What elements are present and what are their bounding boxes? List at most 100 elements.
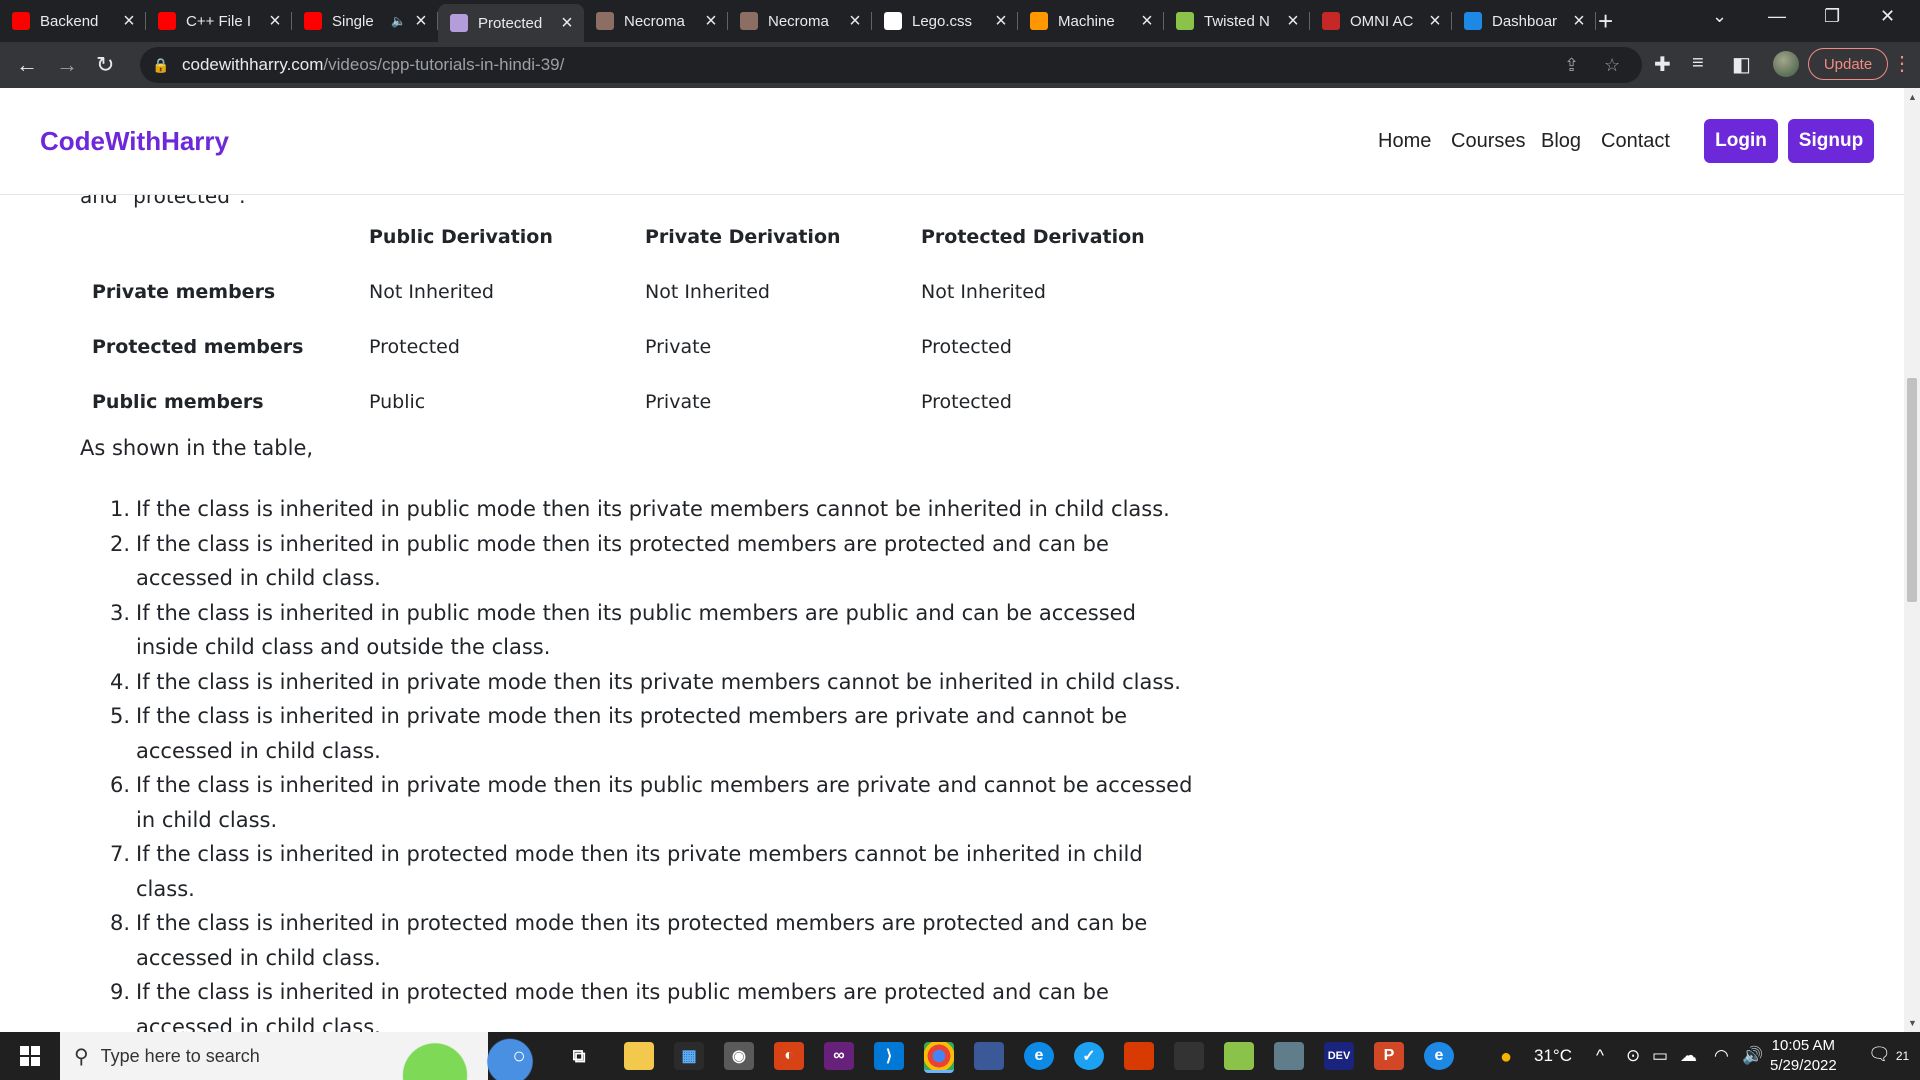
list-item: 2. If the class is inherited in public mo… [106, 527, 1196, 596]
tab-title: Backend [40, 12, 99, 30]
volume-icon[interactable]: 🔊 [1742, 1046, 1763, 1066]
close-tab-icon[interactable]: × [1282, 10, 1304, 33]
bird-app-icon[interactable]: ✓ [1074, 1042, 1104, 1070]
edge-icon[interactable]: e [1024, 1042, 1054, 1070]
forward-button[interactable]: → [56, 52, 78, 78]
browser-tab[interactable]: Twisted N × [1164, 4, 1310, 38]
clock-date: 5/29/2022 [1770, 1057, 1837, 1074]
new-tab-button[interactable]: + [1598, 6, 1613, 37]
login-button[interactable]: Login [1704, 119, 1778, 163]
app-red-icon[interactable]: ◐ [774, 1042, 804, 1070]
maximize-button[interactable]: ❐ [1824, 6, 1840, 27]
paint-app-icon[interactable] [1224, 1042, 1254, 1070]
system-clock[interactable]: 10:05 AM 5/29/2022 [1770, 1036, 1837, 1076]
list-item: 7. If the class is inherited in protected… [106, 837, 1196, 906]
chrome-icon[interactable] [924, 1042, 954, 1073]
scrollbar-thumb[interactable] [1907, 378, 1917, 602]
close-tab-icon[interactable]: × [410, 10, 432, 33]
article-content: and "protected". Public Derivation Privat… [0, 88, 1904, 1032]
necromancer-book-icon [596, 12, 614, 30]
back-button[interactable]: ← [16, 52, 38, 78]
scroll-down-arrow[interactable]: ▼ [1908, 1018, 1917, 1028]
minimize-button[interactable]: — [1768, 6, 1786, 27]
tray-overflow-icon[interactable]: ^ [1596, 1046, 1604, 1066]
list-item-number: 5. [109, 704, 130, 728]
internet-explorer-icon[interactable]: e [1424, 1042, 1454, 1070]
lock-icon[interactable]: 🔒 [152, 57, 172, 74]
tab-title: Single [332, 12, 374, 30]
taskbar-search-box[interactable]: ⚲ Type here to search [60, 1032, 540, 1080]
camera-icon[interactable]: ◉ [724, 1042, 754, 1070]
windows-start-icon[interactable] [20, 1046, 40, 1066]
tab-search-icon[interactable]: ⌄ [1712, 6, 1727, 27]
scroll-up-arrow[interactable]: ▲ [1908, 92, 1917, 102]
table-cell: Public [369, 391, 426, 413]
close-tab-icon[interactable]: × [990, 10, 1012, 33]
close-window-button[interactable]: ✕ [1880, 6, 1895, 27]
site-logo[interactable]: CodeWithHarry [40, 126, 229, 157]
browser-tab[interactable]: Backend × [0, 4, 146, 38]
close-tab-icon[interactable]: × [118, 10, 140, 33]
address-bar[interactable]: 🔒 codewithharry.com/videos/cpp-tutorials… [140, 47, 1642, 83]
onedrive-icon[interactable]: ☁ [1680, 1046, 1697, 1066]
bookmark-star-icon[interactable]: ☆ [1604, 55, 1620, 76]
vscode-icon[interactable]: ⟩ [874, 1042, 904, 1070]
browser-tab[interactable]: Single 🔈 × [292, 4, 438, 38]
extensions-icon[interactable]: ✚ [1654, 52, 1671, 77]
close-tab-icon[interactable]: × [844, 10, 866, 33]
close-tab-icon[interactable]: × [1424, 10, 1446, 33]
close-tab-icon[interactable]: × [1568, 10, 1590, 33]
speaker-icon[interactable]: 🔈 [391, 14, 406, 28]
list-item-text: If the class is inherited in protected m… [136, 980, 1109, 1032]
list-item-number: 6. [109, 773, 130, 797]
file-explorer-icon[interactable] [624, 1042, 654, 1070]
windows-taskbar: ⚲ Type here to search ○ ⧉ ▦ ◉ ◐ ∞ ⟩ e ✓ … [0, 1032, 1920, 1080]
notes-app-icon[interactable] [1274, 1042, 1304, 1070]
browser-tab[interactable]: Lego.css × [872, 4, 1018, 38]
nav-contact[interactable]: Contact [1601, 130, 1670, 153]
close-tab-icon[interactable]: × [1136, 10, 1158, 33]
close-tab-icon[interactable]: × [700, 10, 722, 33]
task-view-icon[interactable]: ⧉ [564, 1042, 594, 1070]
share-icon[interactable]: ⇪ [1564, 55, 1579, 76]
browser-tab[interactable]: Necroma × [584, 4, 728, 38]
close-tab-icon[interactable]: × [556, 12, 578, 35]
browser-tab[interactable]: C++ File I × [146, 4, 292, 38]
browser-tab[interactable]: Necroma × [728, 4, 872, 38]
nav-courses[interactable]: Courses [1451, 130, 1525, 153]
dev-cpp-icon[interactable]: DEV [1324, 1042, 1354, 1070]
nav-home[interactable]: Home [1378, 130, 1431, 153]
browser-tab[interactable]: OMNI AC × [1310, 4, 1452, 38]
meet-now-icon[interactable]: ⊙ [1626, 1046, 1640, 1066]
browser-tab[interactable]: Protected × [438, 4, 584, 42]
photos-icon[interactable] [974, 1042, 1004, 1070]
reading-list-icon[interactable]: ≡ [1692, 52, 1704, 75]
update-button[interactable]: Update [1808, 48, 1888, 80]
profile-avatar[interactable] [1773, 51, 1799, 77]
nav-blog[interactable]: Blog [1541, 130, 1581, 153]
side-panel-icon[interactable]: ◧ [1732, 52, 1751, 77]
cortana-icon[interactable]: ○ [504, 1042, 534, 1070]
table-cell: Private [645, 336, 712, 358]
office-icon[interactable] [1124, 1042, 1154, 1070]
table-cell: Not Inherited [369, 281, 494, 303]
notification-center-icon[interactable]: 🗨 21 [1868, 1044, 1909, 1065]
close-tab-icon[interactable]: × [264, 10, 286, 33]
table-cell: Protected [369, 336, 460, 358]
wifi-icon[interactable]: ◠ [1714, 1046, 1729, 1066]
powerpoint-icon[interactable]: P [1374, 1042, 1404, 1070]
chrome-menu-icon[interactable]: ⋮ [1892, 51, 1912, 76]
visual-studio-icon[interactable]: ∞ [824, 1042, 854, 1070]
table-cell: Not Inherited [645, 281, 770, 303]
page-scrollbar[interactable]: ▲ ▼ [1904, 88, 1920, 1032]
list-item-text: If the class is inherited in private mod… [136, 669, 1181, 694]
reload-button[interactable]: ↻ [96, 52, 114, 78]
signup-button[interactable]: Signup [1788, 119, 1874, 163]
browser-tab[interactable]: Dashboar × [1452, 4, 1596, 38]
game-app-icon[interactable] [1174, 1042, 1204, 1070]
microsoft-store-icon[interactable]: ▦ [674, 1042, 704, 1070]
weather-temperature[interactable]: 31°C [1534, 1046, 1572, 1066]
battery-icon[interactable]: ▭ [1652, 1046, 1668, 1066]
browser-tab[interactable]: Machine × [1018, 4, 1164, 38]
weather-icon[interactable]: ● [1500, 1046, 1512, 1069]
